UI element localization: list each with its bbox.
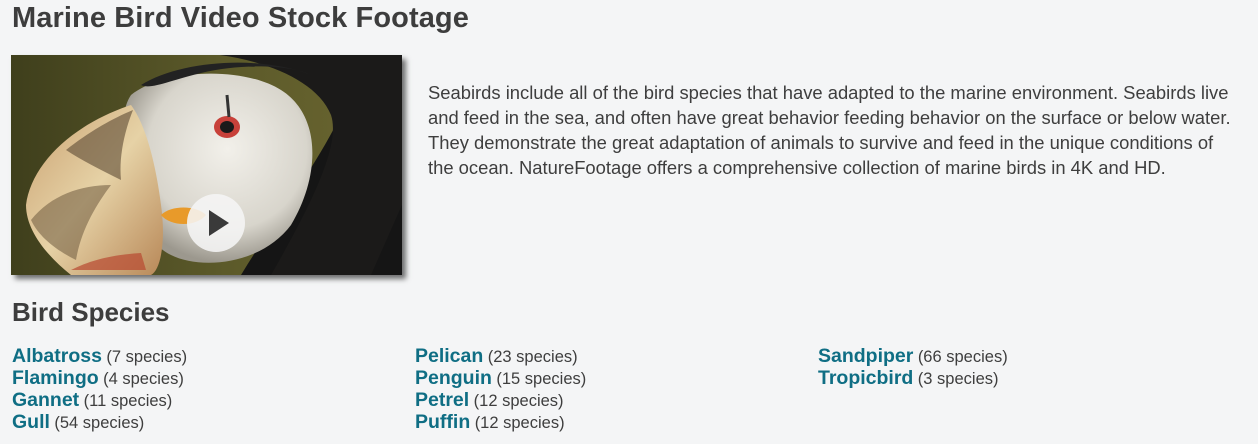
species-count: (7 species)	[106, 348, 188, 366]
species-column-3: Sandpiper (66 species) Tropicbird (3 spe…	[818, 345, 1008, 389]
species-count: (12 species)	[474, 414, 565, 432]
list-item: Sandpiper (66 species)	[818, 345, 1008, 367]
species-link-tropicbird[interactable]: Tropicbird	[818, 367, 913, 389]
list-item: Pelican (23 species)	[415, 345, 586, 367]
species-link-gull[interactable]: Gull	[12, 411, 50, 433]
species-column-2: Pelican (23 species) Penguin (15 species…	[415, 345, 586, 433]
species-link-sandpiper[interactable]: Sandpiper	[818, 345, 913, 367]
play-button[interactable]	[187, 194, 245, 252]
section-title: Bird Species	[12, 297, 170, 327]
list-item: Albatross (7 species)	[12, 345, 187, 367]
species-count: (4 species)	[103, 370, 184, 388]
list-item: Gull (54 species)	[12, 411, 187, 433]
video-thumbnail[interactable]	[11, 55, 402, 275]
species-column-1: Albatross (7 species) Flamingo (4 specie…	[12, 345, 187, 433]
species-count: (66 species)	[917, 348, 1008, 366]
species-count: (3 species)	[917, 370, 999, 388]
species-count: (11 species)	[83, 392, 173, 410]
species-count: (54 species)	[54, 414, 145, 432]
species-link-albatross[interactable]: Albatross	[12, 345, 102, 367]
list-item: Penguin (15 species)	[415, 367, 586, 389]
species-count: (12 species)	[473, 392, 564, 410]
list-item: Gannet (11 species)	[12, 389, 187, 411]
species-link-penguin[interactable]: Penguin	[415, 367, 492, 389]
species-link-flamingo[interactable]: Flamingo	[12, 367, 99, 389]
species-link-gannet[interactable]: Gannet	[12, 389, 79, 411]
species-count: (23 species)	[487, 348, 578, 366]
list-item: Tropicbird (3 species)	[818, 367, 1008, 389]
species-count: (15 species)	[496, 370, 587, 388]
species-link-petrel[interactable]: Petrel	[415, 389, 469, 411]
page-description: Seabirds include all of the bird species…	[428, 82, 1231, 178]
list-item: Petrel (12 species)	[415, 389, 586, 411]
list-item: Flamingo (4 species)	[12, 367, 187, 389]
species-link-pelican[interactable]: Pelican	[415, 345, 483, 367]
list-item: Puffin (12 species)	[415, 411, 586, 433]
species-link-puffin[interactable]: Puffin	[415, 411, 470, 433]
play-icon	[209, 210, 229, 236]
page-title: Marine Bird Video Stock Footage	[12, 2, 469, 34]
